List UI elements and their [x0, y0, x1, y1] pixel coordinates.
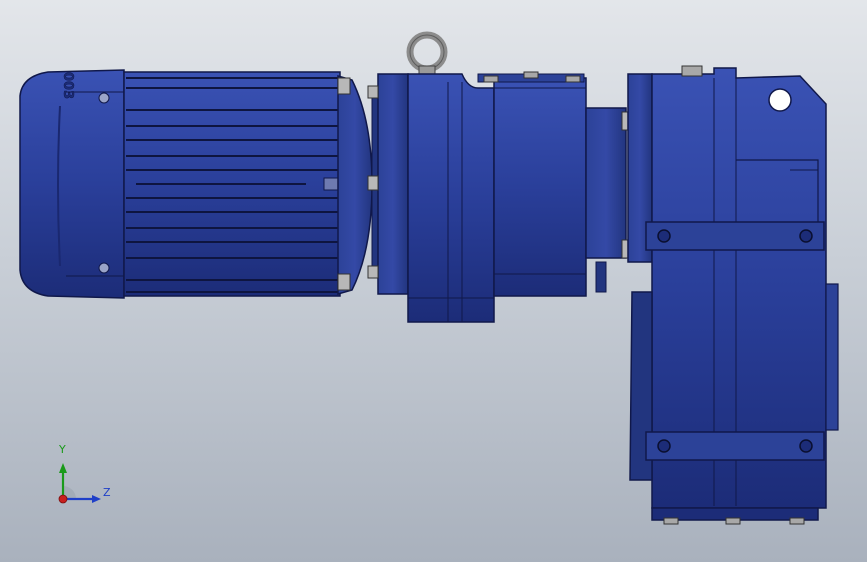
parallel-shaft-gearbox[interactable]	[627, 65, 839, 525]
triad-z-label: Z	[103, 486, 111, 499]
svg-text:003: 003	[60, 72, 75, 99]
lifting-eye[interactable]	[406, 31, 448, 77]
helical-reducer-stage[interactable]	[407, 71, 633, 323]
graphics-viewport[interactable]: 003 Y Z	[0, 0, 867, 562]
gearmotor-3d-model[interactable]: 003	[0, 0, 867, 562]
motor-housing[interactable]	[123, 71, 373, 297]
triad-y-label: Y	[59, 443, 66, 456]
motor-fan-cover[interactable]: 003	[19, 69, 125, 299]
adapter-flange[interactable]	[367, 73, 409, 295]
